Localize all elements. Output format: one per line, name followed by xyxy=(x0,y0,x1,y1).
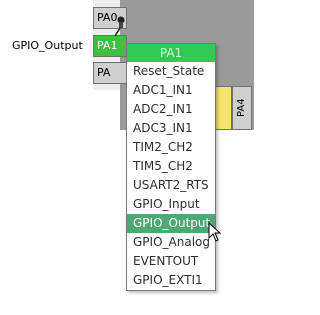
pin-pa1[interactable]: PA1 xyxy=(93,35,127,57)
pin-context-menu: PA1 Reset_State ADC1_IN1 ADC2_IN1 ADC3_I… xyxy=(126,43,216,291)
menu-item-tim2-ch2[interactable]: TIM2_CH2 xyxy=(127,138,215,157)
menu-item-reset-state[interactable]: Reset_State xyxy=(127,62,215,81)
menu-item-gpio-output[interactable]: GPIO_Output xyxy=(127,214,215,233)
menu-item-adc2-in1[interactable]: ADC2_IN1 xyxy=(127,100,215,119)
menu-item-usart2-rts[interactable]: USART2_RTS xyxy=(127,176,215,195)
pin-pa4[interactable]: PA4 xyxy=(232,86,252,130)
menu-item-tim5-ch2[interactable]: TIM5_CH2 xyxy=(127,157,215,176)
menu-item-adc1-in1[interactable]: ADC1_IN1 xyxy=(127,81,215,100)
menu-item-gpio-analog[interactable]: GPIO_Analog xyxy=(127,233,215,252)
mouse-cursor-icon xyxy=(208,222,222,242)
menu-item-adc3-in1[interactable]: ADC3_IN1 xyxy=(127,119,215,138)
pushpin-icon xyxy=(114,16,125,37)
menu-item-gpio-input[interactable]: GPIO_Input xyxy=(127,195,215,214)
menu-item-eventout[interactable]: EVENTOUT xyxy=(127,252,215,271)
pin-pa2[interactable]: PA xyxy=(93,62,127,84)
menu-title: PA1 xyxy=(127,44,215,62)
pin-signal-label: GPIO_Output xyxy=(12,39,83,52)
menu-item-gpio-exti1[interactable]: GPIO_EXTI1 xyxy=(127,271,215,290)
